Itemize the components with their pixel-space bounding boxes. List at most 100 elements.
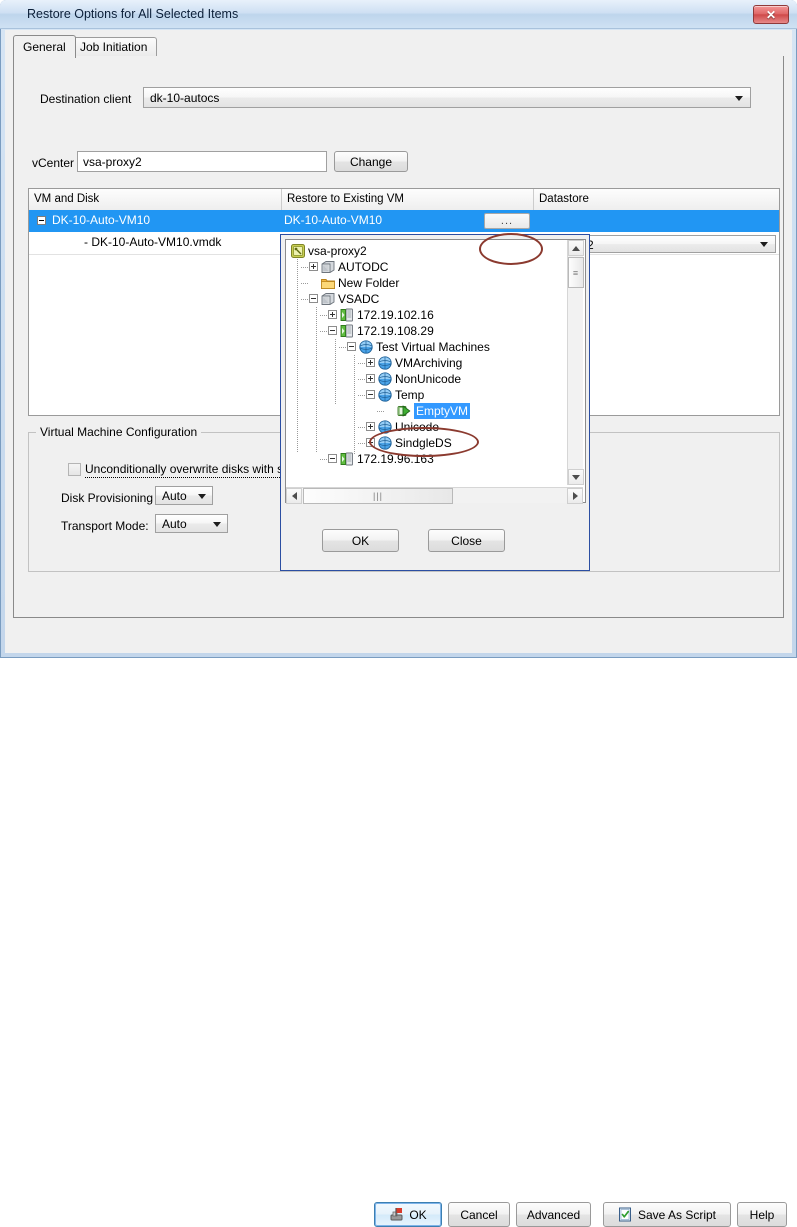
tree-collapse-icon[interactable] (309, 294, 318, 303)
tree-vertical-scrollbar[interactable]: ≡ (567, 240, 584, 485)
chevron-down-icon (735, 96, 743, 101)
ok-button-label: OK (409, 1207, 427, 1222)
tree-guide-line (316, 307, 317, 452)
tree-collapse-icon[interactable] (347, 342, 356, 351)
tree-guide-line (335, 339, 336, 404)
tree-guide-line (358, 395, 366, 396)
scroll-down-button[interactable] (568, 469, 584, 485)
close-icon: ✕ (765, 7, 777, 22)
datacenter-icon (321, 292, 335, 306)
triangle-up-icon (572, 245, 580, 251)
tree-guide-line (377, 411, 385, 412)
host-icon (340, 452, 354, 466)
save-as-script-button[interactable]: Save As Script (603, 1202, 731, 1227)
vcenter-input[interactable]: vsa-proxy2 (77, 151, 327, 172)
title-bar: Restore Options for All Selected Items ✕ (0, 0, 797, 29)
transport-mode-combobox[interactable]: Auto (155, 514, 228, 533)
tree-node-label: NonUnicode (395, 372, 462, 386)
column-header-restore-to-existing-vm[interactable]: Restore to Existing VM (282, 189, 534, 210)
triangle-right-icon (572, 492, 578, 500)
overwrite-disks-checkbox[interactable] (68, 463, 81, 476)
browse-ellipsis-button[interactable]: ... (484, 213, 530, 229)
scroll-left-button[interactable] (286, 488, 302, 504)
chevron-down-icon (213, 522, 221, 527)
tree-guide-line (320, 315, 328, 316)
advanced-button-label: Advanced (526, 1207, 581, 1222)
popup-ok-button[interactable]: OK (322, 529, 399, 552)
tree-node-label: 172.19.108.29 (357, 324, 434, 338)
column-header-datastore[interactable]: Datastore (534, 189, 779, 210)
tree-node-label: New Folder (338, 276, 400, 290)
tree-horizontal-scrollbar[interactable]: ||| (286, 487, 583, 504)
restore-icon (390, 1208, 403, 1221)
dialog-client-area: General Job Initiation Destination clien… (5, 30, 792, 1227)
grip-icon: ≡ (572, 267, 580, 278)
save-as-script-button-label: Save As Script (637, 1207, 717, 1222)
scroll-thumb-vertical[interactable]: ≡ (568, 257, 584, 288)
vcenter-icon (291, 244, 305, 258)
host-icon (340, 308, 354, 322)
tree-expand-icon[interactable] (366, 374, 375, 383)
vcenter-value: vsa-proxy2 (83, 155, 142, 169)
tab-job-initiation[interactable]: Job Initiation (70, 37, 158, 57)
vm-poweron-icon (397, 404, 411, 418)
close-button[interactable]: ✕ (753, 5, 789, 24)
tree-node-label: VSADC (338, 292, 380, 306)
cell-vm-and-disk: - DK-10-Auto-VM10.vmdk (84, 235, 222, 249)
scroll-thumb-horizontal[interactable]: ||| (303, 488, 453, 504)
table-row[interactable]: DK-10-Auto-VM10 DK-10-Auto-VM10 ... (29, 210, 779, 232)
triangle-left-icon (291, 492, 297, 500)
tree-node-label: EmptyVM (414, 403, 471, 419)
script-icon (618, 1207, 631, 1222)
help-button[interactable]: Help (737, 1202, 787, 1227)
popup-ok-label: OK (351, 533, 370, 548)
cancel-button[interactable]: Cancel (448, 1202, 510, 1227)
tree-guide-line (354, 355, 355, 454)
tree-node-label: Unicode (395, 420, 440, 434)
resourcepool-icon (359, 340, 373, 354)
vm-tree-view[interactable]: vsa-proxy2 AUTODC New Folder VSADC 172.19.10… (285, 239, 586, 503)
tree-collapse-icon[interactable] (366, 390, 375, 399)
destination-client-combobox[interactable]: dk-10-autocs (143, 87, 751, 108)
destination-client-label: Destination client (40, 92, 132, 106)
popup-close-button[interactable]: Close (428, 529, 505, 552)
tab-general[interactable]: General (13, 35, 76, 58)
advanced-button[interactable]: Advanced (516, 1202, 591, 1227)
cell-vm-and-disk: DK-10-Auto-VM10 (52, 213, 151, 227)
tree-node-label: vsa-proxy2 (308, 244, 367, 258)
scroll-up-button[interactable] (568, 240, 584, 256)
column-header-vm-and-disk[interactable]: VM and Disk (29, 189, 282, 210)
tree-guide-line (301, 267, 309, 268)
resourcepool-icon (378, 436, 392, 450)
ok-button[interactable]: OK (374, 1202, 442, 1227)
grip-icon: ||| (372, 491, 384, 501)
resourcepool-icon (378, 420, 392, 434)
tree-node-label: Temp (395, 388, 425, 402)
row-expander-toggle[interactable] (37, 216, 46, 225)
tree-guide-line (339, 347, 347, 348)
disk-provisioning-combobox[interactable]: Auto (155, 486, 213, 505)
disk-provisioning-value: Auto (162, 489, 187, 503)
tree-collapse-icon[interactable] (328, 326, 337, 335)
tree-expand-icon[interactable] (366, 438, 375, 447)
window-title: Restore Options for All Selected Items (27, 7, 239, 21)
tree-node-label: SindgleDS (395, 436, 452, 450)
resourcepool-icon (378, 356, 392, 370)
chevron-down-icon (198, 494, 206, 499)
resourcepool-icon (378, 388, 392, 402)
scroll-right-button[interactable] (567, 488, 583, 504)
tree-node-label: 172.19.96.163 (357, 452, 434, 466)
tab-active-mask (14, 56, 69, 58)
change-button[interactable]: Change (334, 151, 408, 172)
datastore-combobox[interactable]: 2 (580, 235, 776, 253)
tree-guide-line (320, 459, 328, 460)
tree-collapse-icon[interactable] (328, 454, 337, 463)
resourcepool-icon (378, 372, 392, 386)
tree-guide-line (358, 363, 366, 364)
tree-expand-icon[interactable] (309, 262, 318, 271)
tree-expand-icon[interactable] (366, 358, 375, 367)
tree-expand-icon[interactable] (328, 310, 337, 319)
tree-expand-icon[interactable] (366, 422, 375, 431)
overwrite-disks-label: Unconditionally overwrite disks with sam… (85, 462, 307, 478)
cell-restore-to-existing-vm: DK-10-Auto-VM10 (284, 213, 383, 227)
